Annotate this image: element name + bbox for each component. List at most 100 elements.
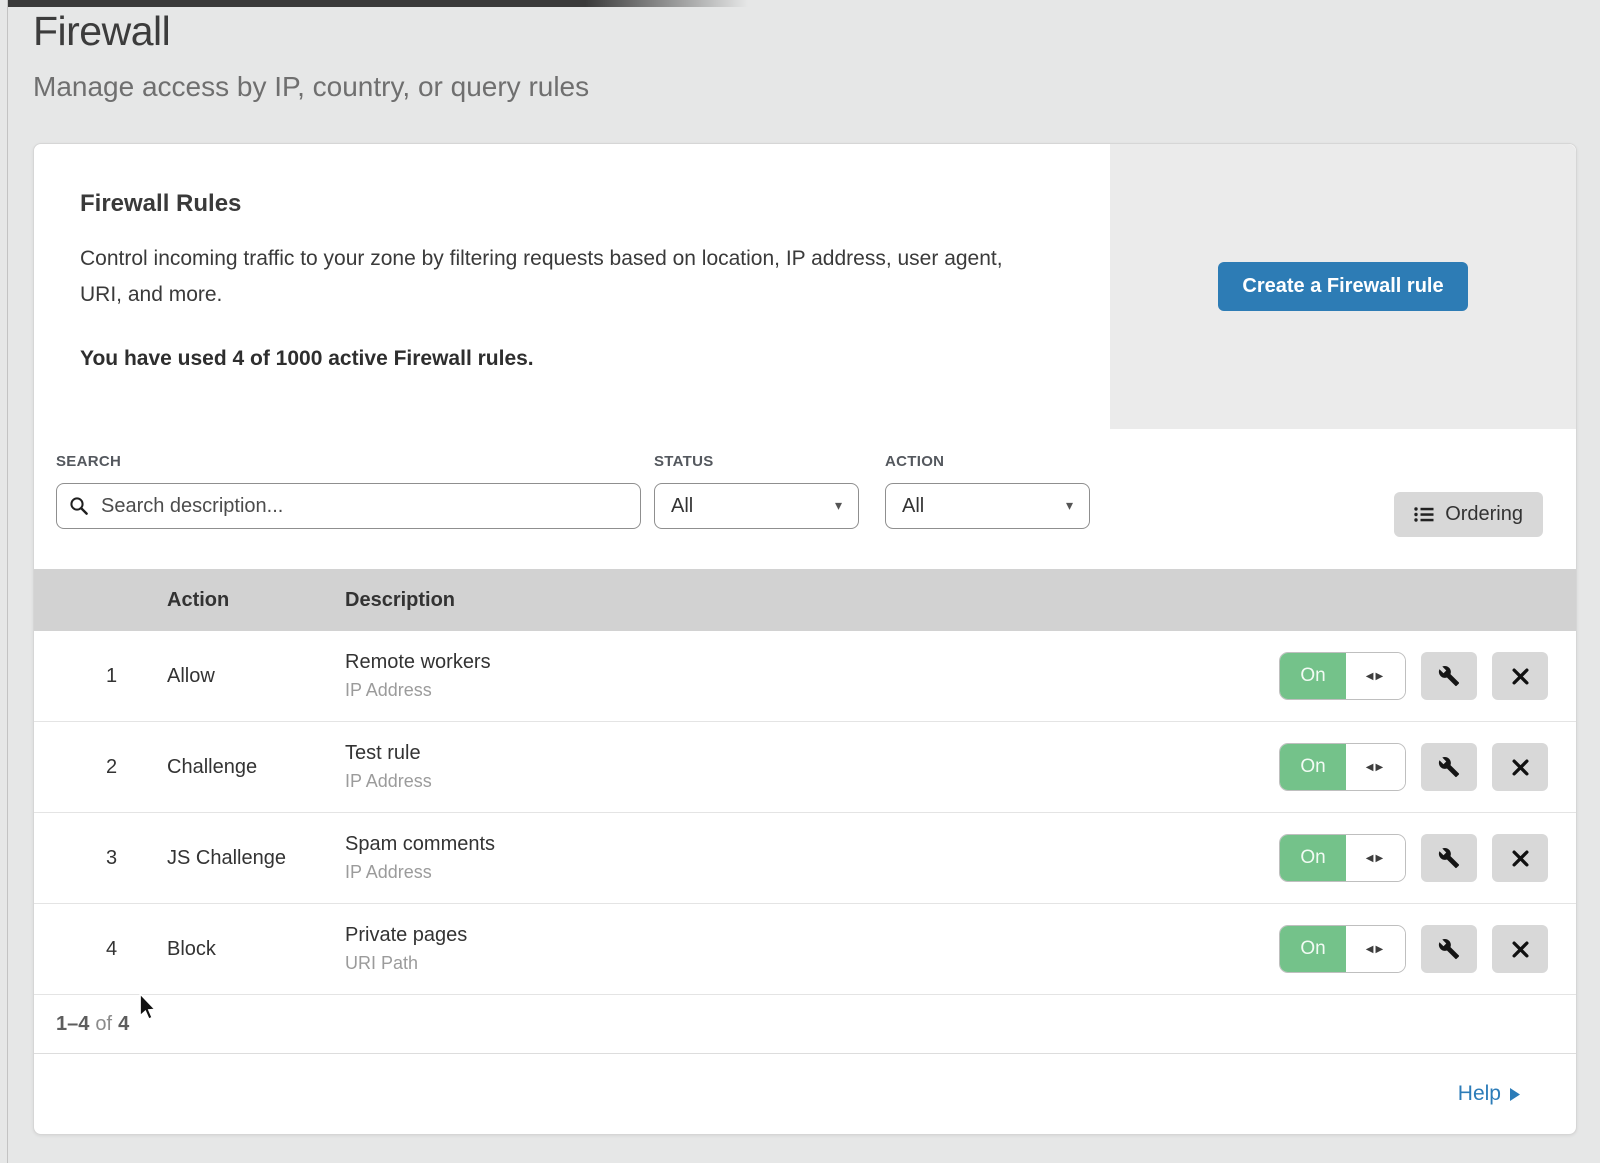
rule-action: JS Challenge <box>167 847 345 870</box>
pagination-total: 4 <box>118 1013 129 1036</box>
close-icon <box>1512 850 1529 867</box>
column-header-description: Description <box>345 589 1548 612</box>
rule-action: Block <box>167 938 345 961</box>
status-select-value: All <box>671 495 693 518</box>
toggle-on-label: On <box>1280 744 1346 790</box>
intro-section: Firewall Rules Control incoming traffic … <box>34 144 1576 429</box>
help-row: Help <box>34 1053 1576 1134</box>
edit-rule-button[interactable] <box>1421 834 1477 882</box>
page-header: Firewall Manage access by IP, country, o… <box>33 8 589 103</box>
firewall-rules-card: Firewall Rules Control incoming traffic … <box>33 143 1577 1135</box>
create-rule-panel: Create a Firewall rule <box>1110 144 1576 429</box>
rule-enabled-toggle[interactable]: On ◀▶ <box>1279 652 1406 700</box>
delete-rule-button[interactable] <box>1492 834 1548 882</box>
rule-match-type: IP Address <box>345 771 1279 792</box>
help-link-label: Help <box>1458 1082 1501 1106</box>
rule-description: Test rule <box>345 742 1279 765</box>
rule-enabled-toggle[interactable]: On ◀▶ <box>1279 925 1406 973</box>
table-row: 2 Challenge Test rule IP Address On ◀▶ <box>34 722 1576 813</box>
intro-text-panel: Firewall Rules Control incoming traffic … <box>34 144 1110 429</box>
table-row: 3 JS Challenge Spam comments IP Address … <box>34 813 1576 904</box>
edit-rule-button[interactable] <box>1421 743 1477 791</box>
wrench-icon <box>1438 938 1460 960</box>
action-select-value: All <box>902 495 924 518</box>
rule-priority: 1 <box>56 665 167 688</box>
window-left-edge <box>7 0 8 1163</box>
window-top-edge <box>8 0 748 7</box>
rule-action: Challenge <box>167 756 345 779</box>
close-icon <box>1512 759 1529 776</box>
chevron-down-icon: ▾ <box>1066 498 1073 514</box>
filters-bar: SEARCH STATUS All ▾ ACTION All ▾ <box>34 429 1576 569</box>
search-group: SEARCH <box>56 453 641 529</box>
rule-priority: 2 <box>56 756 167 779</box>
search-icon <box>69 496 89 516</box>
ordering-button-label: Ordering <box>1445 503 1523 526</box>
section-title: Firewall Rules <box>80 190 1050 218</box>
rule-priority: 4 <box>56 938 167 961</box>
status-label: STATUS <box>654 453 859 470</box>
action-select[interactable]: All ▾ <box>885 483 1090 529</box>
ordering-button[interactable]: Ordering <box>1394 492 1543 537</box>
table-row: 4 Block Private pages URI Path On ◀▶ <box>34 904 1576 995</box>
status-select[interactable]: All ▾ <box>654 483 859 529</box>
usage-summary: You have used 4 of 1000 active Firewall … <box>80 347 1050 371</box>
edit-rule-button[interactable] <box>1421 652 1477 700</box>
rule-match-type: IP Address <box>345 680 1279 701</box>
pagination: 1–4 of 4 <box>34 995 1576 1053</box>
toggle-on-label: On <box>1280 926 1346 972</box>
action-label: ACTION <box>885 453 1090 470</box>
rule-priority: 3 <box>56 847 167 870</box>
toggle-handle: ◀▶ <box>1346 744 1405 790</box>
toggle-arrows-icon: ◀▶ <box>1366 944 1385 955</box>
table-header: Action Description <box>34 569 1576 631</box>
search-label: SEARCH <box>56 453 641 470</box>
chevron-down-icon: ▾ <box>835 498 842 514</box>
delete-rule-button[interactable] <box>1492 652 1548 700</box>
toggle-handle: ◀▶ <box>1346 835 1405 881</box>
page-subtitle: Manage access by IP, country, or query r… <box>33 71 589 103</box>
toggle-arrows-icon: ◀▶ <box>1366 671 1385 682</box>
delete-rule-button[interactable] <box>1492 743 1548 791</box>
create-firewall-rule-button[interactable]: Create a Firewall rule <box>1218 262 1467 311</box>
rule-enabled-toggle[interactable]: On ◀▶ <box>1279 834 1406 882</box>
rule-controls: On ◀▶ <box>1279 652 1548 700</box>
edit-rule-button[interactable] <box>1421 925 1477 973</box>
rule-description-cell: Private pages URI Path <box>345 924 1279 974</box>
rule-description-cell: Spam comments IP Address <box>345 833 1279 883</box>
ordering-list-icon <box>1414 506 1434 523</box>
pagination-of: of <box>95 1013 112 1036</box>
column-header-action: Action <box>167 589 345 612</box>
close-icon <box>1512 941 1529 958</box>
section-description: Control incoming traffic to your zone by… <box>80 241 1030 313</box>
toggle-on-label: On <box>1280 835 1346 881</box>
rule-action: Allow <box>167 665 345 688</box>
search-input[interactable] <box>56 483 641 529</box>
action-group: ACTION All ▾ <box>885 453 1090 529</box>
rule-description: Remote workers <box>345 651 1279 674</box>
rule-match-type: URI Path <box>345 953 1279 974</box>
help-arrow-icon <box>1510 1088 1520 1101</box>
wrench-icon <box>1438 665 1460 687</box>
pagination-range: 1–4 <box>56 1013 89 1036</box>
toggle-handle: ◀▶ <box>1346 926 1405 972</box>
rule-description-cell: Test rule IP Address <box>345 742 1279 792</box>
page-title: Firewall <box>33 8 589 55</box>
rule-enabled-toggle[interactable]: On ◀▶ <box>1279 743 1406 791</box>
delete-rule-button[interactable] <box>1492 925 1548 973</box>
toggle-on-label: On <box>1280 653 1346 699</box>
rule-match-type: IP Address <box>345 862 1279 883</box>
rule-description: Private pages <box>345 924 1279 947</box>
close-icon <box>1512 668 1529 685</box>
rule-controls: On ◀▶ <box>1279 925 1548 973</box>
table-row: 1 Allow Remote workers IP Address On ◀▶ <box>34 631 1576 722</box>
rule-controls: On ◀▶ <box>1279 834 1548 882</box>
mouse-cursor <box>138 994 156 1020</box>
toggle-arrows-icon: ◀▶ <box>1366 853 1385 864</box>
toggle-handle: ◀▶ <box>1346 653 1405 699</box>
rule-controls: On ◀▶ <box>1279 743 1548 791</box>
status-group: STATUS All ▾ <box>654 453 859 529</box>
search-field-wrap <box>56 483 641 529</box>
help-link[interactable]: Help <box>1458 1082 1520 1106</box>
rule-description: Spam comments <box>345 833 1279 856</box>
